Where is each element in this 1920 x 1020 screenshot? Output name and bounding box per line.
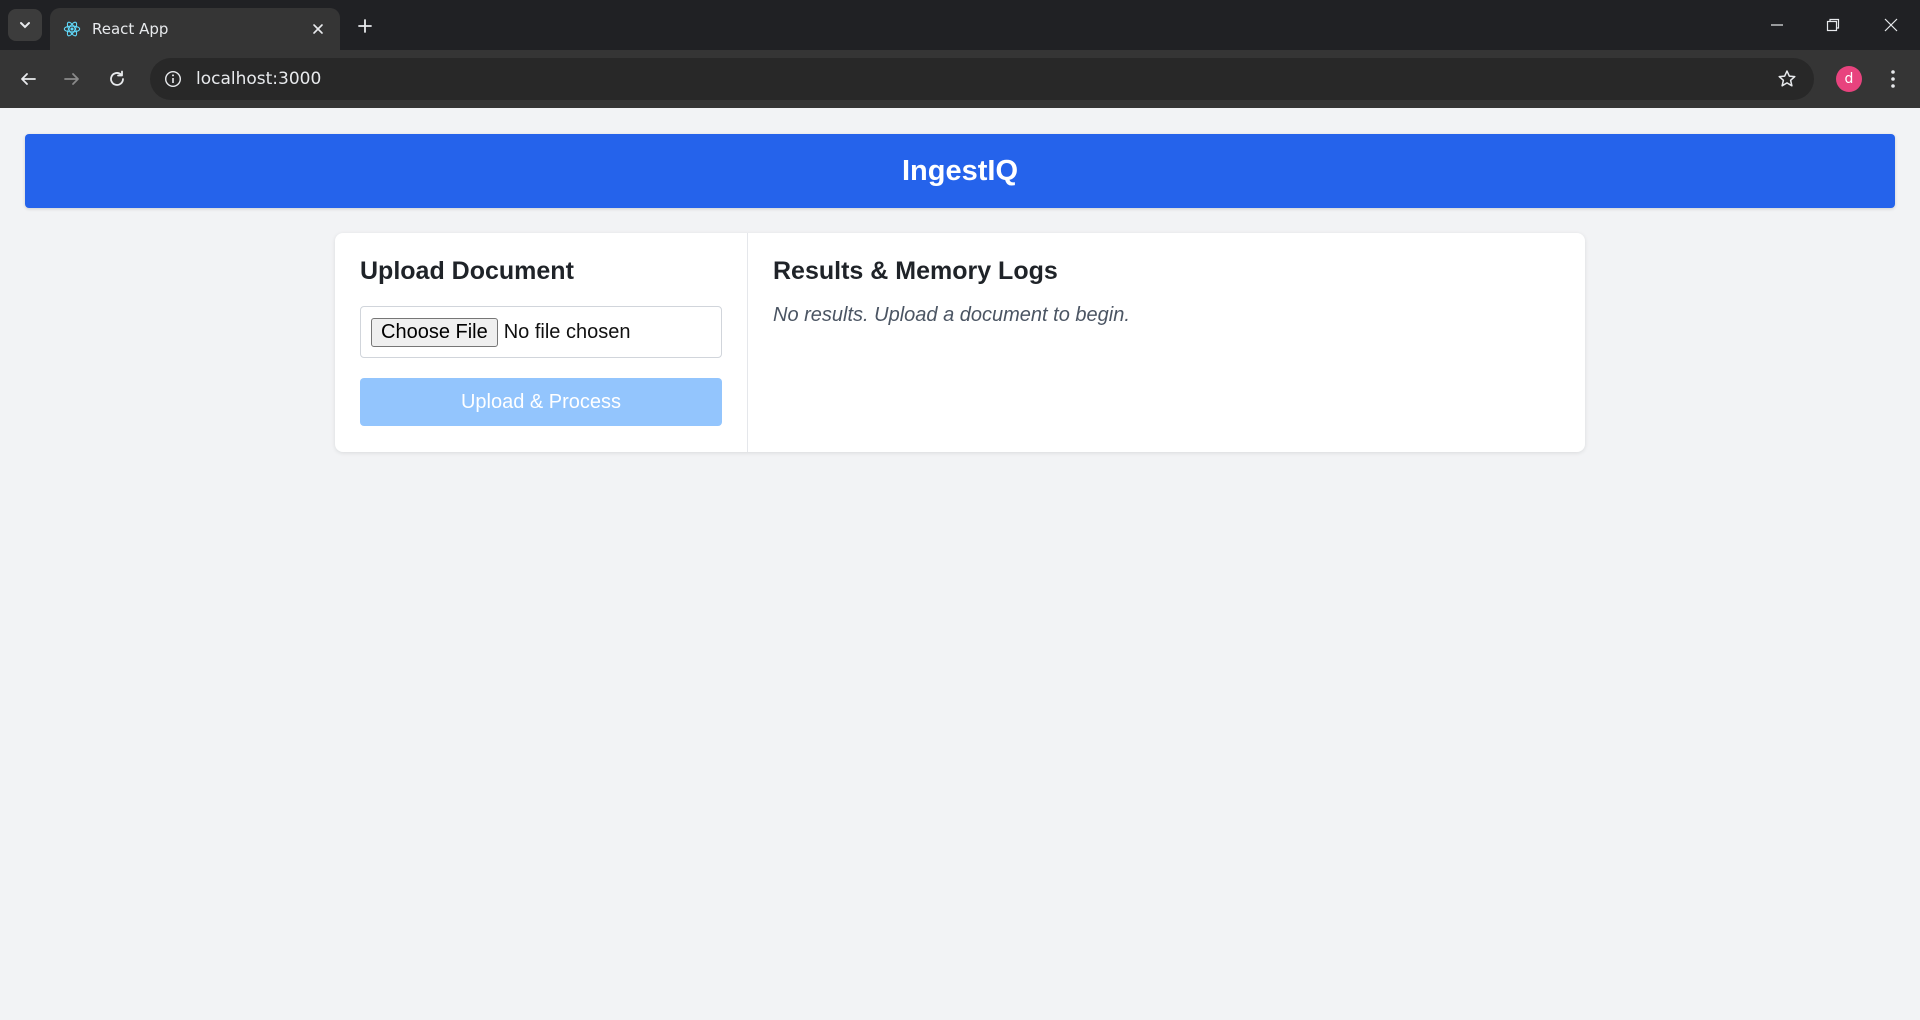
browser-tab-bar: React App: [0, 0, 1920, 50]
site-info-icon[interactable]: [160, 66, 186, 92]
back-button[interactable]: [12, 63, 44, 95]
chevron-down-icon: [20, 22, 30, 29]
profile-avatar[interactable]: d: [1836, 66, 1862, 92]
app-title: IngestIQ: [901, 154, 1018, 187]
minimize-icon: [1771, 24, 1783, 26]
url-text[interactable]: localhost:3000: [196, 69, 1772, 89]
address-bar[interactable]: localhost:3000: [150, 58, 1814, 100]
upload-process-button[interactable]: Upload & Process: [360, 378, 722, 426]
upload-panel: Upload Document Choose File No file chos…: [335, 233, 748, 452]
tab-search-button[interactable]: [8, 9, 42, 41]
reload-icon: [110, 70, 124, 86]
close-window-button[interactable]: [1876, 10, 1906, 40]
forward-button[interactable]: [56, 63, 88, 95]
file-input[interactable]: Choose File No file chosen: [360, 306, 722, 358]
upload-panel-title: Upload Document: [360, 257, 574, 285]
main-card: Upload Document Choose File No file chos…: [335, 233, 1585, 452]
browser-tab[interactable]: React App: [50, 8, 340, 50]
empty-results-message: No results. Upload a document to begin.: [773, 304, 1130, 326]
more-vertical-icon: [1891, 70, 1895, 88]
reload-button[interactable]: [101, 63, 133, 95]
react-logo-icon: [62, 19, 82, 39]
minimize-window-button[interactable]: [1762, 10, 1792, 40]
plus-icon: [358, 19, 372, 33]
browser-menu-button[interactable]: [1878, 64, 1908, 94]
restore-window-button[interactable]: [1818, 10, 1848, 40]
arrow-right-icon: [64, 73, 79, 85]
app-header: IngestIQ: [25, 134, 1895, 208]
close-tab-icon[interactable]: [308, 19, 328, 39]
arrow-left-icon: [21, 73, 36, 85]
choose-file-button[interactable]: Choose File: [371, 317, 498, 347]
file-status-text: No file chosen: [503, 320, 631, 343]
bookmark-star-icon[interactable]: [1772, 64, 1802, 94]
close-icon: [1884, 18, 1898, 32]
results-panel-title: Results & Memory Logs: [773, 257, 1058, 285]
tab-title: React App: [92, 20, 169, 38]
results-panel: Results & Memory Logs No results. Upload…: [748, 233, 1585, 452]
restore-icon: [1826, 18, 1840, 32]
new-tab-button[interactable]: [352, 13, 378, 39]
browser-toolbar: localhost:3000 d: [0, 50, 1920, 108]
page-viewport: IngestIQ Upload Document Choose File No …: [0, 108, 1920, 1020]
